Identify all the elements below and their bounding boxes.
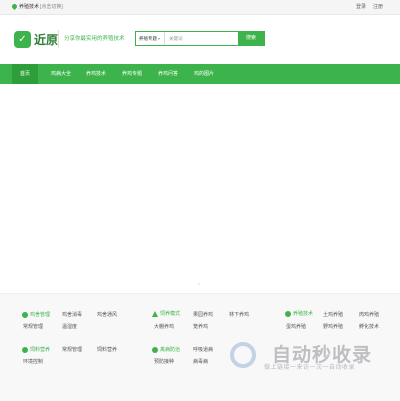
footer-link[interactable]: 病毒病 (193, 358, 208, 365)
chevron-down-icon: ▾ (158, 36, 161, 41)
search-input[interactable] (165, 32, 239, 45)
check-circle-icon (285, 310, 291, 317)
footer-link[interactable]: 果园养鸡 (193, 311, 213, 318)
nav-item-diseases[interactable]: 鸡病大全 (45, 64, 77, 84)
nav-item-home[interactable]: 首页 (12, 64, 38, 84)
footer-section-title: 饲养模式 (160, 311, 181, 317)
footer-link[interactable]: 预防接种 (154, 358, 174, 365)
header-divider (58, 30, 59, 48)
leaf-icon (22, 346, 28, 353)
location-label: 养殖技术 (19, 4, 40, 10)
footer-section-title: 饲料营养 (30, 347, 51, 353)
logo-text: 近原 (34, 32, 59, 47)
footer-section-heading[interactable]: 鸡舍管理 (22, 311, 50, 318)
footer-section-heading[interactable]: 养殖技术 (285, 310, 313, 317)
footer-link[interactable]: 笼养鸡 (193, 323, 208, 330)
site-logo[interactable]: ✓ 近原 (14, 30, 58, 48)
footer-link[interactable]: 鸡舍通风 (97, 311, 117, 318)
footer-link[interactable]: 环境控制 (23, 358, 43, 365)
footer-categories: 鸡舍管理 鸡舍消毒 鸡舍通风 常规管理 温湿度 饲养模式 果园养鸡 林下养鸡 大… (0, 293, 400, 401)
nav-item-qa[interactable]: 养鸡问答 (152, 64, 184, 84)
footer-section-title: 养殖技术 (293, 311, 314, 317)
medical-icon (152, 346, 158, 353)
footer-link[interactable]: 土鸡养殖 (323, 311, 343, 318)
location[interactable]: 养殖技术 (10, 0, 40, 14)
top-bar: 养殖技术 [点击切换] 登录 注册 (0, 0, 400, 15)
search-category-select[interactable]: 养殖专题 ▾ (136, 32, 166, 45)
footer-link[interactable]: 蛋鸡养殖 (286, 323, 306, 330)
nav-item-pictures[interactable]: 鸡的图片 (188, 64, 220, 84)
main-nav: 首页 鸡病大全 养鸡技术 养鸡专题 养鸡问答 鸡的图片 (0, 64, 400, 84)
footer-section-heading[interactable]: 饲料营养 (22, 346, 50, 353)
switch-location-link[interactable]: [点击切换] (40, 0, 63, 14)
footer-section-title: 禽病防治 (160, 347, 181, 353)
footer-link[interactable]: 林下养鸡 (229, 311, 249, 318)
pager-indicator[interactable]: < (198, 281, 200, 286)
nav-item-techniques[interactable]: 养鸡技术 (80, 64, 112, 84)
register-link[interactable]: 注册 (373, 0, 383, 14)
footer-link[interactable]: 常规管理 (62, 346, 82, 353)
footer-link[interactable]: 大棚养鸡 (154, 323, 174, 330)
search-category-label: 养殖专题 (139, 36, 157, 41)
footer-link[interactable]: 野鸡养殖 (323, 323, 343, 330)
recycle-icon (152, 310, 158, 317)
nav-item-topics[interactable]: 养鸡专题 (116, 64, 148, 84)
footer-link[interactable]: 常规管理 (23, 323, 43, 330)
site-slogan: 分享你最实用的养殖技术 (64, 36, 125, 42)
footer-section-title: 鸡舍管理 (30, 312, 51, 318)
house-icon (22, 311, 28, 318)
footer-link[interactable]: 温湿度 (62, 323, 77, 330)
footer-link[interactable]: 呼吸道病 (193, 346, 213, 353)
footer-section-heading[interactable]: 禽病防治 (152, 346, 180, 353)
footer-link[interactable]: 鸡舍消毒 (62, 311, 82, 318)
footer-link[interactable]: 饲料营养 (97, 346, 117, 353)
logo-mark-icon: ✓ (14, 30, 31, 48)
search-button[interactable]: 搜索 (238, 32, 264, 45)
footer-section-heading[interactable]: 饲养模式 (152, 310, 180, 317)
search-bar: 养殖专题 ▾ 搜索 (135, 31, 265, 46)
footer-link[interactable]: 肉鸡养殖 (359, 311, 379, 318)
login-link[interactable]: 登录 (356, 0, 366, 14)
location-pin-icon (10, 3, 19, 11)
footer-link[interactable]: 孵化技术 (359, 323, 379, 330)
